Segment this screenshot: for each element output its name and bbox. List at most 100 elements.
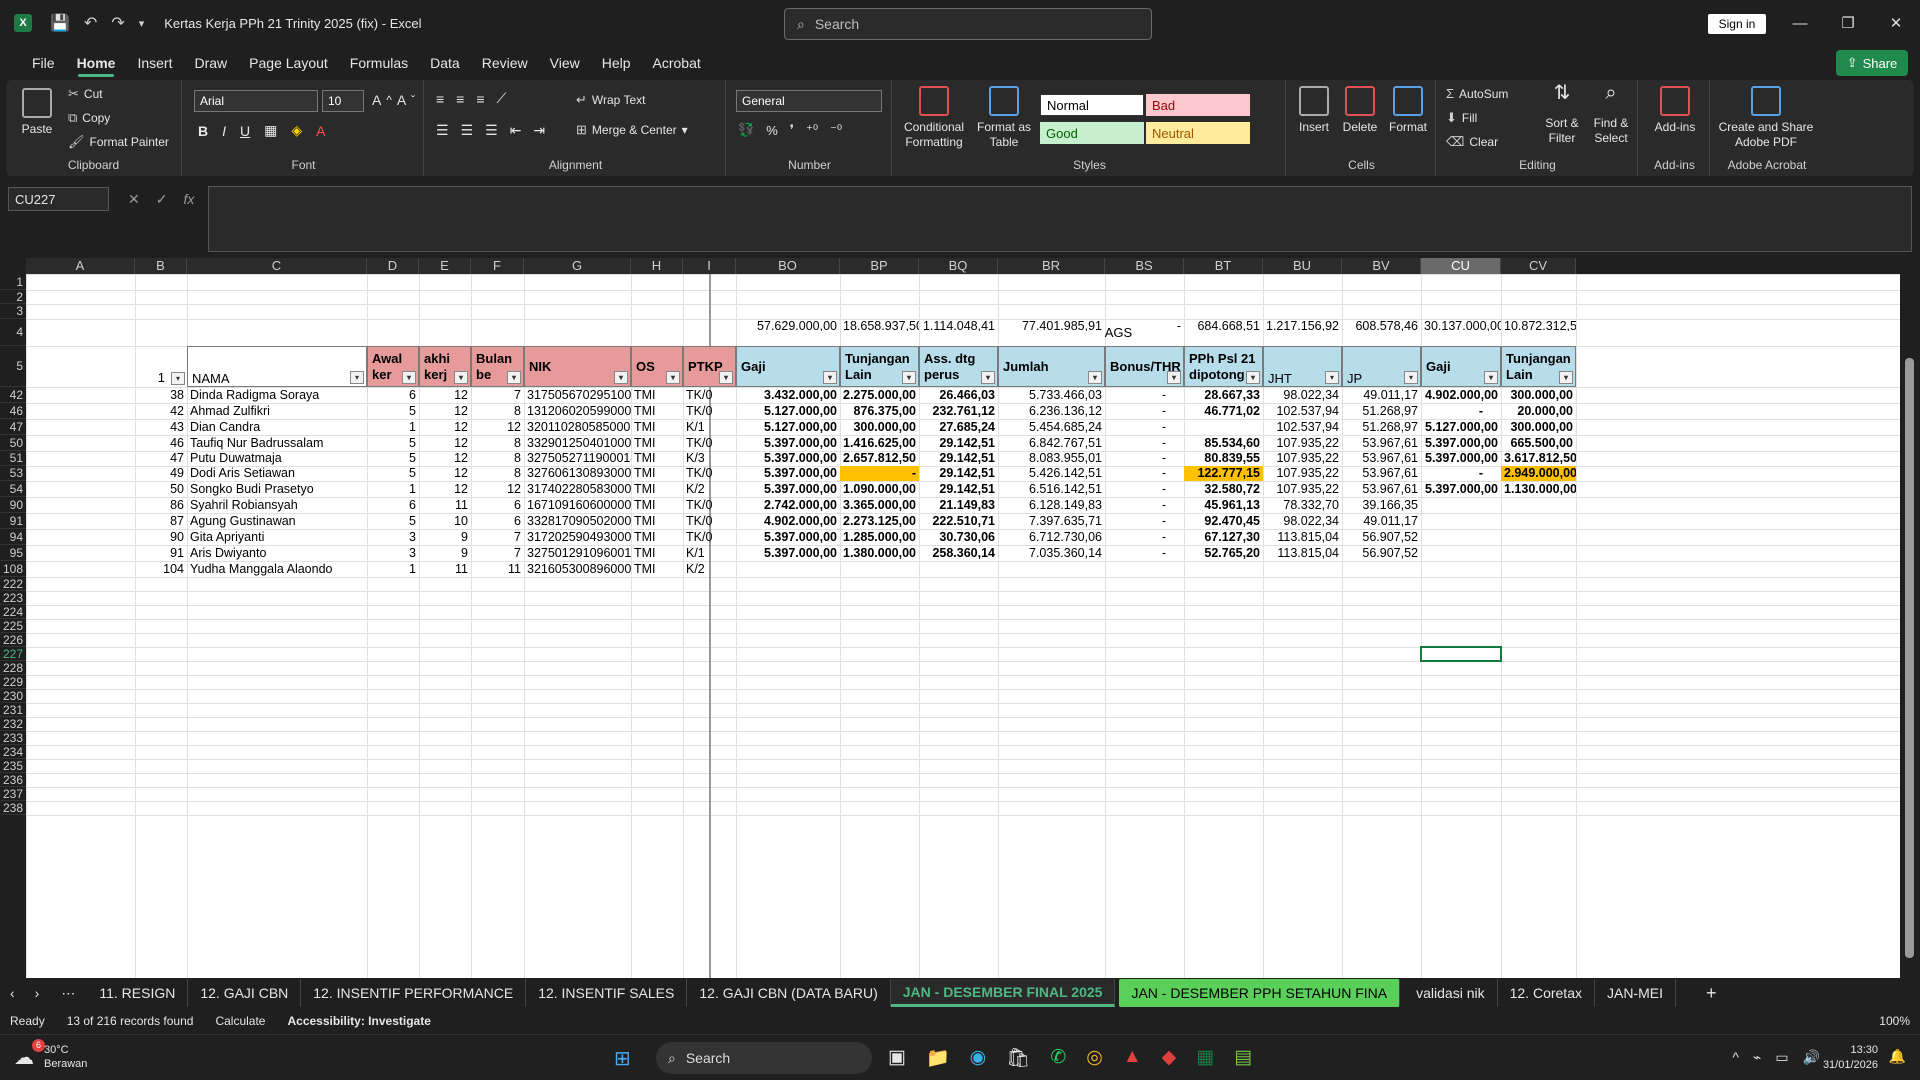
cell[interactable] (1421, 513, 1501, 529)
cell[interactable]: 102.537,94 (1263, 403, 1342, 419)
filter-dropdown-icon[interactable]: ▾ (1325, 371, 1339, 384)
cell[interactable]: 3276061308930003 (524, 466, 631, 481)
row-header[interactable]: 223 (0, 591, 26, 605)
cell[interactable]: TK/0 (683, 403, 736, 419)
tab-data[interactable]: Data (419, 46, 471, 80)
cell[interactable]: 30.730,06 (919, 529, 998, 545)
cell[interactable]: TK/0 (683, 466, 736, 481)
font-size-dropdown[interactable]: 10 (322, 90, 364, 112)
wrap-text-button[interactable]: ↵ Wrap Text (576, 92, 645, 108)
cell[interactable]: 1312060205990001 (524, 403, 631, 419)
cell[interactable]: 98.022,34 (1263, 513, 1342, 529)
cell[interactable]: 222.510,71 (919, 513, 998, 529)
cell[interactable]: 39.166,35 (1342, 497, 1421, 513)
cancel-icon[interactable]: ✕ (128, 191, 140, 208)
cell[interactable]: 6.516.142,51 (998, 481, 1105, 497)
cell[interactable]: Syahril Robiansyah (187, 497, 367, 513)
cell[interactable] (1184, 419, 1263, 435)
row-header[interactable]: 230 (0, 689, 26, 703)
filter-dropdown-icon[interactable]: ▾ (981, 371, 995, 384)
cell[interactable]: 3201102805850006 (524, 419, 631, 435)
cell[interactable]: 6 (367, 497, 419, 513)
sort-filter-button[interactable]: ⇅ Sort & Filter (1540, 83, 1584, 146)
cell[interactable]: TMI (631, 466, 683, 481)
cell[interactable]: 6.236.136,12 (998, 403, 1105, 419)
sheet-tab[interactable]: 12. INSENTIF PERFORMANCE (301, 979, 527, 1007)
row-header[interactable]: 232 (0, 717, 26, 731)
cell[interactable]: 2.657.812,50 (840, 451, 919, 466)
row-header[interactable]: 53 (0, 466, 26, 481)
cell[interactable]: 9 (419, 545, 471, 561)
cell[interactable]: 102.537,94 (1263, 419, 1342, 435)
filter-dropdown-icon[interactable]: ▾ (454, 371, 468, 384)
tab-file[interactable]: File (21, 46, 66, 80)
comma-icon[interactable]: ❜ (790, 122, 794, 138)
cell[interactable]: 3 (367, 545, 419, 561)
cell[interactable]: 3275052711900014 (524, 451, 631, 466)
cell[interactable]: 80.839,55 (1184, 451, 1263, 466)
column-header-cv[interactable]: CV (1501, 258, 1576, 274)
conditional-formatting-button[interactable]: Conditional Formatting (896, 86, 972, 150)
cell[interactable] (1501, 561, 1576, 577)
filter-dropdown-icon[interactable]: ▾ (1246, 371, 1260, 384)
row-header[interactable]: 95 (0, 545, 26, 561)
tab-help[interactable]: Help (591, 46, 642, 80)
create-pdf-button[interactable]: Create and Share Adobe PDF (1716, 86, 1816, 150)
column-header-bq[interactable]: BQ (919, 258, 998, 274)
row-header[interactable]: 226 (0, 633, 26, 647)
autosum-button[interactable]: Σ AutoSum (1446, 86, 1508, 101)
cell[interactable]: 1.285.000,00 (840, 529, 919, 545)
zoom-level[interactable]: 100% (1879, 1014, 1910, 1028)
cell[interactable]: 3275012910960011 (524, 545, 631, 561)
cell[interactable]: 5.397.000,00 (1421, 481, 1501, 497)
cell[interactable]: 91 (135, 545, 187, 561)
align-left-icon[interactable]: ☰ (436, 122, 449, 139)
cell[interactable]: 5.127.000,00 (1421, 419, 1501, 435)
cell[interactable]: TMI (631, 387, 683, 403)
cell[interactable]: 46.771,02 (1184, 403, 1263, 419)
sheet-tab[interactable]: JAN-MEI (1595, 979, 1676, 1007)
column-header-e[interactable]: E (419, 258, 471, 274)
scroll-thumb[interactable] (1905, 358, 1914, 958)
cell[interactable]: 50 (135, 481, 187, 497)
row-header[interactable]: 235 (0, 759, 26, 773)
edge-icon[interactable]: ◉ (970, 1046, 987, 1070)
cell[interactable]: 12 (419, 419, 471, 435)
cell[interactable]: AGS (736, 319, 1501, 346)
cell[interactable]: 3174022805830002 (524, 481, 631, 497)
formula-input[interactable] (208, 186, 1912, 252)
cell[interactable]: 21.149,83 (919, 497, 998, 513)
cell[interactable]: Ahmad Zulfikri (187, 403, 367, 419)
cell[interactable]: TMI (631, 561, 683, 577)
row-header[interactable]: 234 (0, 745, 26, 759)
sheet-tab[interactable]: 11. RESIGN (87, 979, 189, 1007)
column-header-bt[interactable]: BT (1184, 258, 1263, 274)
customize-qat-icon[interactable]: ▾ (139, 17, 145, 30)
borders-icon[interactable]: ▦ (264, 122, 277, 139)
font-name-dropdown[interactable]: Arial (194, 90, 318, 112)
cell[interactable]: - (1105, 513, 1184, 529)
search-input[interactable]: ⌕ Search (784, 8, 1152, 40)
cell[interactable]: 104 (135, 561, 187, 577)
cell[interactable]: TK/0 (683, 529, 736, 545)
cell[interactable]: 876.375,00 (840, 403, 919, 419)
cell[interactable]: 12 (419, 451, 471, 466)
cell[interactable]: 12 (419, 466, 471, 481)
column-header-bs[interactable]: BS (1105, 258, 1184, 274)
cell[interactable]: 3175056702951001 (524, 387, 631, 403)
cell[interactable]: 3.365.000,00 (840, 497, 919, 513)
cell[interactable]: 29.142,51 (919, 435, 998, 451)
cell[interactable]: - (1105, 545, 1184, 561)
align-middle-icon[interactable]: ≡ (456, 91, 464, 107)
cell[interactable]: 51.268,97 (1342, 419, 1421, 435)
cell[interactable] (1105, 561, 1184, 577)
column-header-i[interactable]: I (683, 258, 736, 274)
underline-icon[interactable]: U (240, 123, 250, 139)
row-header[interactable]: 2 (0, 290, 26, 304)
cell[interactable]: TMI (631, 513, 683, 529)
cell[interactable]: TMI (631, 403, 683, 419)
cell[interactable]: 98.022,34 (1263, 387, 1342, 403)
undo-icon[interactable]: ↶ (84, 13, 97, 33)
filter-dropdown-icon[interactable]: ▾ (614, 371, 628, 384)
cut-button[interactable]: ✂ Cut (68, 86, 103, 102)
